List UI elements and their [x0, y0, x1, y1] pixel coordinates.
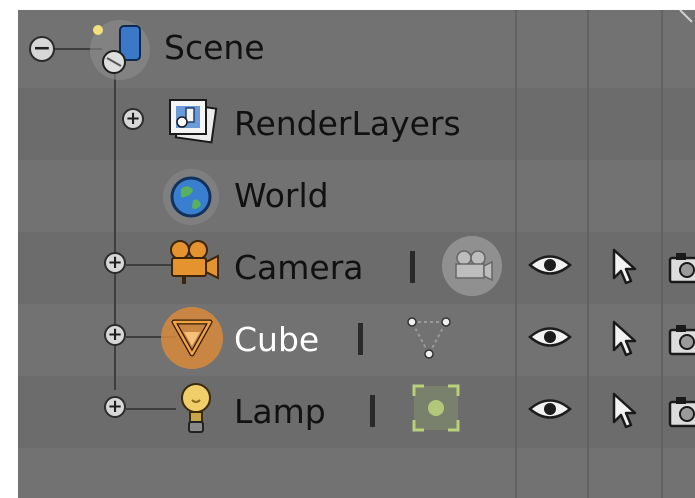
outliner-item-label[interactable]: Scene	[164, 28, 265, 68]
scene-icon	[90, 20, 150, 80]
separator	[358, 323, 363, 355]
world-icon	[163, 169, 219, 225]
collapse-scene-button[interactable]: −	[29, 36, 55, 62]
visibility-eye-icon[interactable]	[528, 396, 572, 422]
outliner-row-world[interactable]	[18, 160, 695, 232]
outliner-item-label[interactable]: Lamp	[234, 392, 326, 432]
outliner-item-label[interactable]: World	[234, 176, 329, 216]
render-camera-icon[interactable]	[668, 322, 695, 356]
panel-corner-icon	[679, 10, 693, 23]
column-divider	[587, 10, 589, 498]
camera-icon	[170, 240, 219, 284]
visibility-eye-icon[interactable]	[528, 324, 572, 350]
render-camera-icon[interactable]	[668, 394, 695, 428]
outliner-panel: − Scene + RenderLayers World + Camera + …	[18, 10, 695, 498]
mesh-data-icon[interactable]	[402, 310, 456, 364]
renderlayers-icon	[169, 99, 218, 144]
selectability-cursor-icon[interactable]	[610, 320, 638, 358]
visibility-eye-icon[interactable]	[528, 252, 572, 278]
render-camera-icon[interactable]	[668, 250, 695, 284]
column-divider	[515, 10, 517, 498]
camera-data-icon[interactable]	[442, 236, 502, 296]
expand-camera-button[interactable]: +	[104, 252, 126, 274]
outliner-item-label[interactable]: Camera	[234, 248, 364, 288]
column-divider	[661, 10, 663, 498]
expand-cube-button[interactable]: +	[104, 324, 126, 346]
selectability-cursor-icon[interactable]	[610, 248, 638, 286]
separator	[370, 395, 375, 427]
separator	[410, 251, 415, 283]
outliner-item-label[interactable]: RenderLayers	[234, 104, 461, 144]
tree-line	[126, 408, 176, 410]
expand-renderlayers-button[interactable]: +	[122, 108, 144, 130]
expand-lamp-button[interactable]: +	[104, 396, 126, 418]
outliner-item-label[interactable]: Cube	[234, 320, 319, 360]
selectability-cursor-icon[interactable]	[610, 392, 638, 430]
lamp-data-icon[interactable]	[408, 380, 464, 436]
mesh-object-icon	[161, 307, 223, 369]
lamp-icon	[181, 383, 211, 433]
